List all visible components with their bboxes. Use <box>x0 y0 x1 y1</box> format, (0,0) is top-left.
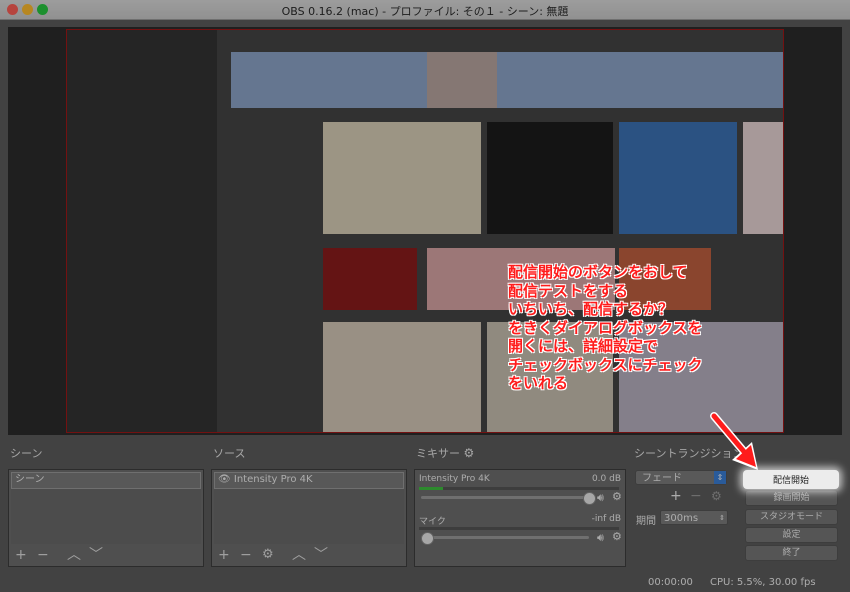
settings-button[interactable]: 設定 <box>745 527 838 543</box>
move-scene-up-button[interactable]: ︿ <box>67 547 81 563</box>
eye-icon[interactable]: 👁 <box>218 474 231 485</box>
mixer-dock-title: ミキサー ⚙ <box>416 445 474 461</box>
start-recording-button[interactable]: 録画開始 <box>745 490 838 506</box>
gear-icon[interactable]: ⚙ <box>464 446 475 460</box>
move-source-up-button[interactable]: ︿ <box>292 547 306 563</box>
channel-level: 0.0 dB <box>591 474 621 484</box>
gear-icon[interactable]: ⚙ <box>612 530 622 543</box>
highlighted-start-streaming-label: 配信開始 <box>772 476 809 486</box>
scenes-panel: シーン + − ︿ ﹀ <box>8 469 204 567</box>
speaker-icon[interactable]: 🔊︎ <box>597 491 604 505</box>
volume-fader-knob[interactable] <box>421 532 434 545</box>
preview-tile <box>487 122 613 234</box>
move-scene-down-button[interactable]: ﹀ <box>89 547 103 563</box>
move-source-down-button[interactable]: ﹀ <box>314 547 328 563</box>
duration-spinbox[interactable]: 300ms ⇕ <box>660 510 728 525</box>
status-bar: 00:00:00 CPU: 5.5%, 30.00 fps <box>0 572 850 592</box>
volume-meter <box>419 487 619 490</box>
stream-time: 00:00:00 <box>648 577 693 588</box>
cpu-status: CPU: 5.5%, 30.00 fps <box>710 577 816 588</box>
speaker-icon[interactable]: 🔊︎ <box>597 531 604 545</box>
volume-meter <box>419 527 619 530</box>
sources-dock-title: ソース <box>213 447 246 460</box>
preview-tile <box>323 322 481 432</box>
stepper-icon[interactable]: ⇕ <box>719 511 725 526</box>
source-item[interactable]: 👁 Intensity Pro 4K <box>214 472 404 489</box>
sources-panel: 👁 Intensity Pro 4K + − ⚙ ︿ ﹀ <box>211 469 407 567</box>
scene-item[interactable]: シーン <box>11 472 201 489</box>
exit-button[interactable]: 終了 <box>745 545 838 561</box>
scenes-dock-title: シーン <box>10 447 43 460</box>
channel-level: -inf dB <box>591 514 621 524</box>
volume-meter-fill <box>419 487 443 490</box>
add-transition-button[interactable]: + <box>670 488 682 504</box>
gear-icon[interactable]: ⚙ <box>612 490 622 503</box>
preview-tile <box>323 248 417 310</box>
duration-value: 300ms <box>664 513 699 524</box>
remove-scene-button[interactable]: − <box>37 547 49 563</box>
transition-select-value: フェード <box>642 473 682 484</box>
channel-name: Intensity Pro 4K <box>419 474 490 484</box>
preview-tile <box>323 122 481 234</box>
preview-banner <box>231 52 783 108</box>
source-item-label: Intensity Pro 4K <box>233 474 313 485</box>
gear-icon[interactable]: ⚙ <box>262 547 274 563</box>
remove-transition-button[interactable]: − <box>690 488 702 504</box>
scenes-list[interactable]: シーン <box>11 472 201 544</box>
volume-fader[interactable] <box>421 496 589 499</box>
add-scene-button[interactable]: + <box>15 547 27 563</box>
window-title: OBS 0.16.2 (mac) - プロファイル: その１ - シーン: 無題 <box>281 5 569 18</box>
volume-fader[interactable] <box>421 536 589 539</box>
preview-tile <box>619 122 737 234</box>
volume-fader-knob[interactable] <box>583 492 596 505</box>
gear-icon[interactable]: ⚙ <box>711 489 722 503</box>
channel-name: マイク <box>419 517 446 527</box>
title-bar: OBS 0.16.2 (mac) - プロファイル: その１ - シーン: 無題 <box>0 0 850 20</box>
duration-label: 期間 <box>636 516 656 527</box>
sources-list[interactable]: 👁 Intensity Pro 4K <box>214 472 404 544</box>
mixer-channel: マイク -inf dB 🔊︎ ⚙ <box>419 514 622 554</box>
mixer-title-label: ミキサー <box>416 447 460 460</box>
mixer-panel: Intensity Pro 4K 0.0 dB 🔊︎ ⚙ マイク -inf dB… <box>414 469 626 567</box>
preview-banner-center <box>427 52 497 108</box>
preview-sidebar <box>67 30 217 432</box>
preview-tile <box>743 122 783 234</box>
preview-area[interactable] <box>8 27 842 435</box>
studio-mode-button[interactable]: スタジオモード <box>745 509 838 525</box>
remove-source-button[interactable]: − <box>240 547 252 563</box>
mixer-channel: Intensity Pro 4K 0.0 dB 🔊︎ ⚙ <box>419 474 622 514</box>
annotation-arrow <box>710 412 758 470</box>
add-source-button[interactable]: + <box>218 547 230 563</box>
annotation-text: 配信開始のボタンをおして 配信テストをする いちいち、配信するか？ をきくダイア… <box>508 263 703 392</box>
